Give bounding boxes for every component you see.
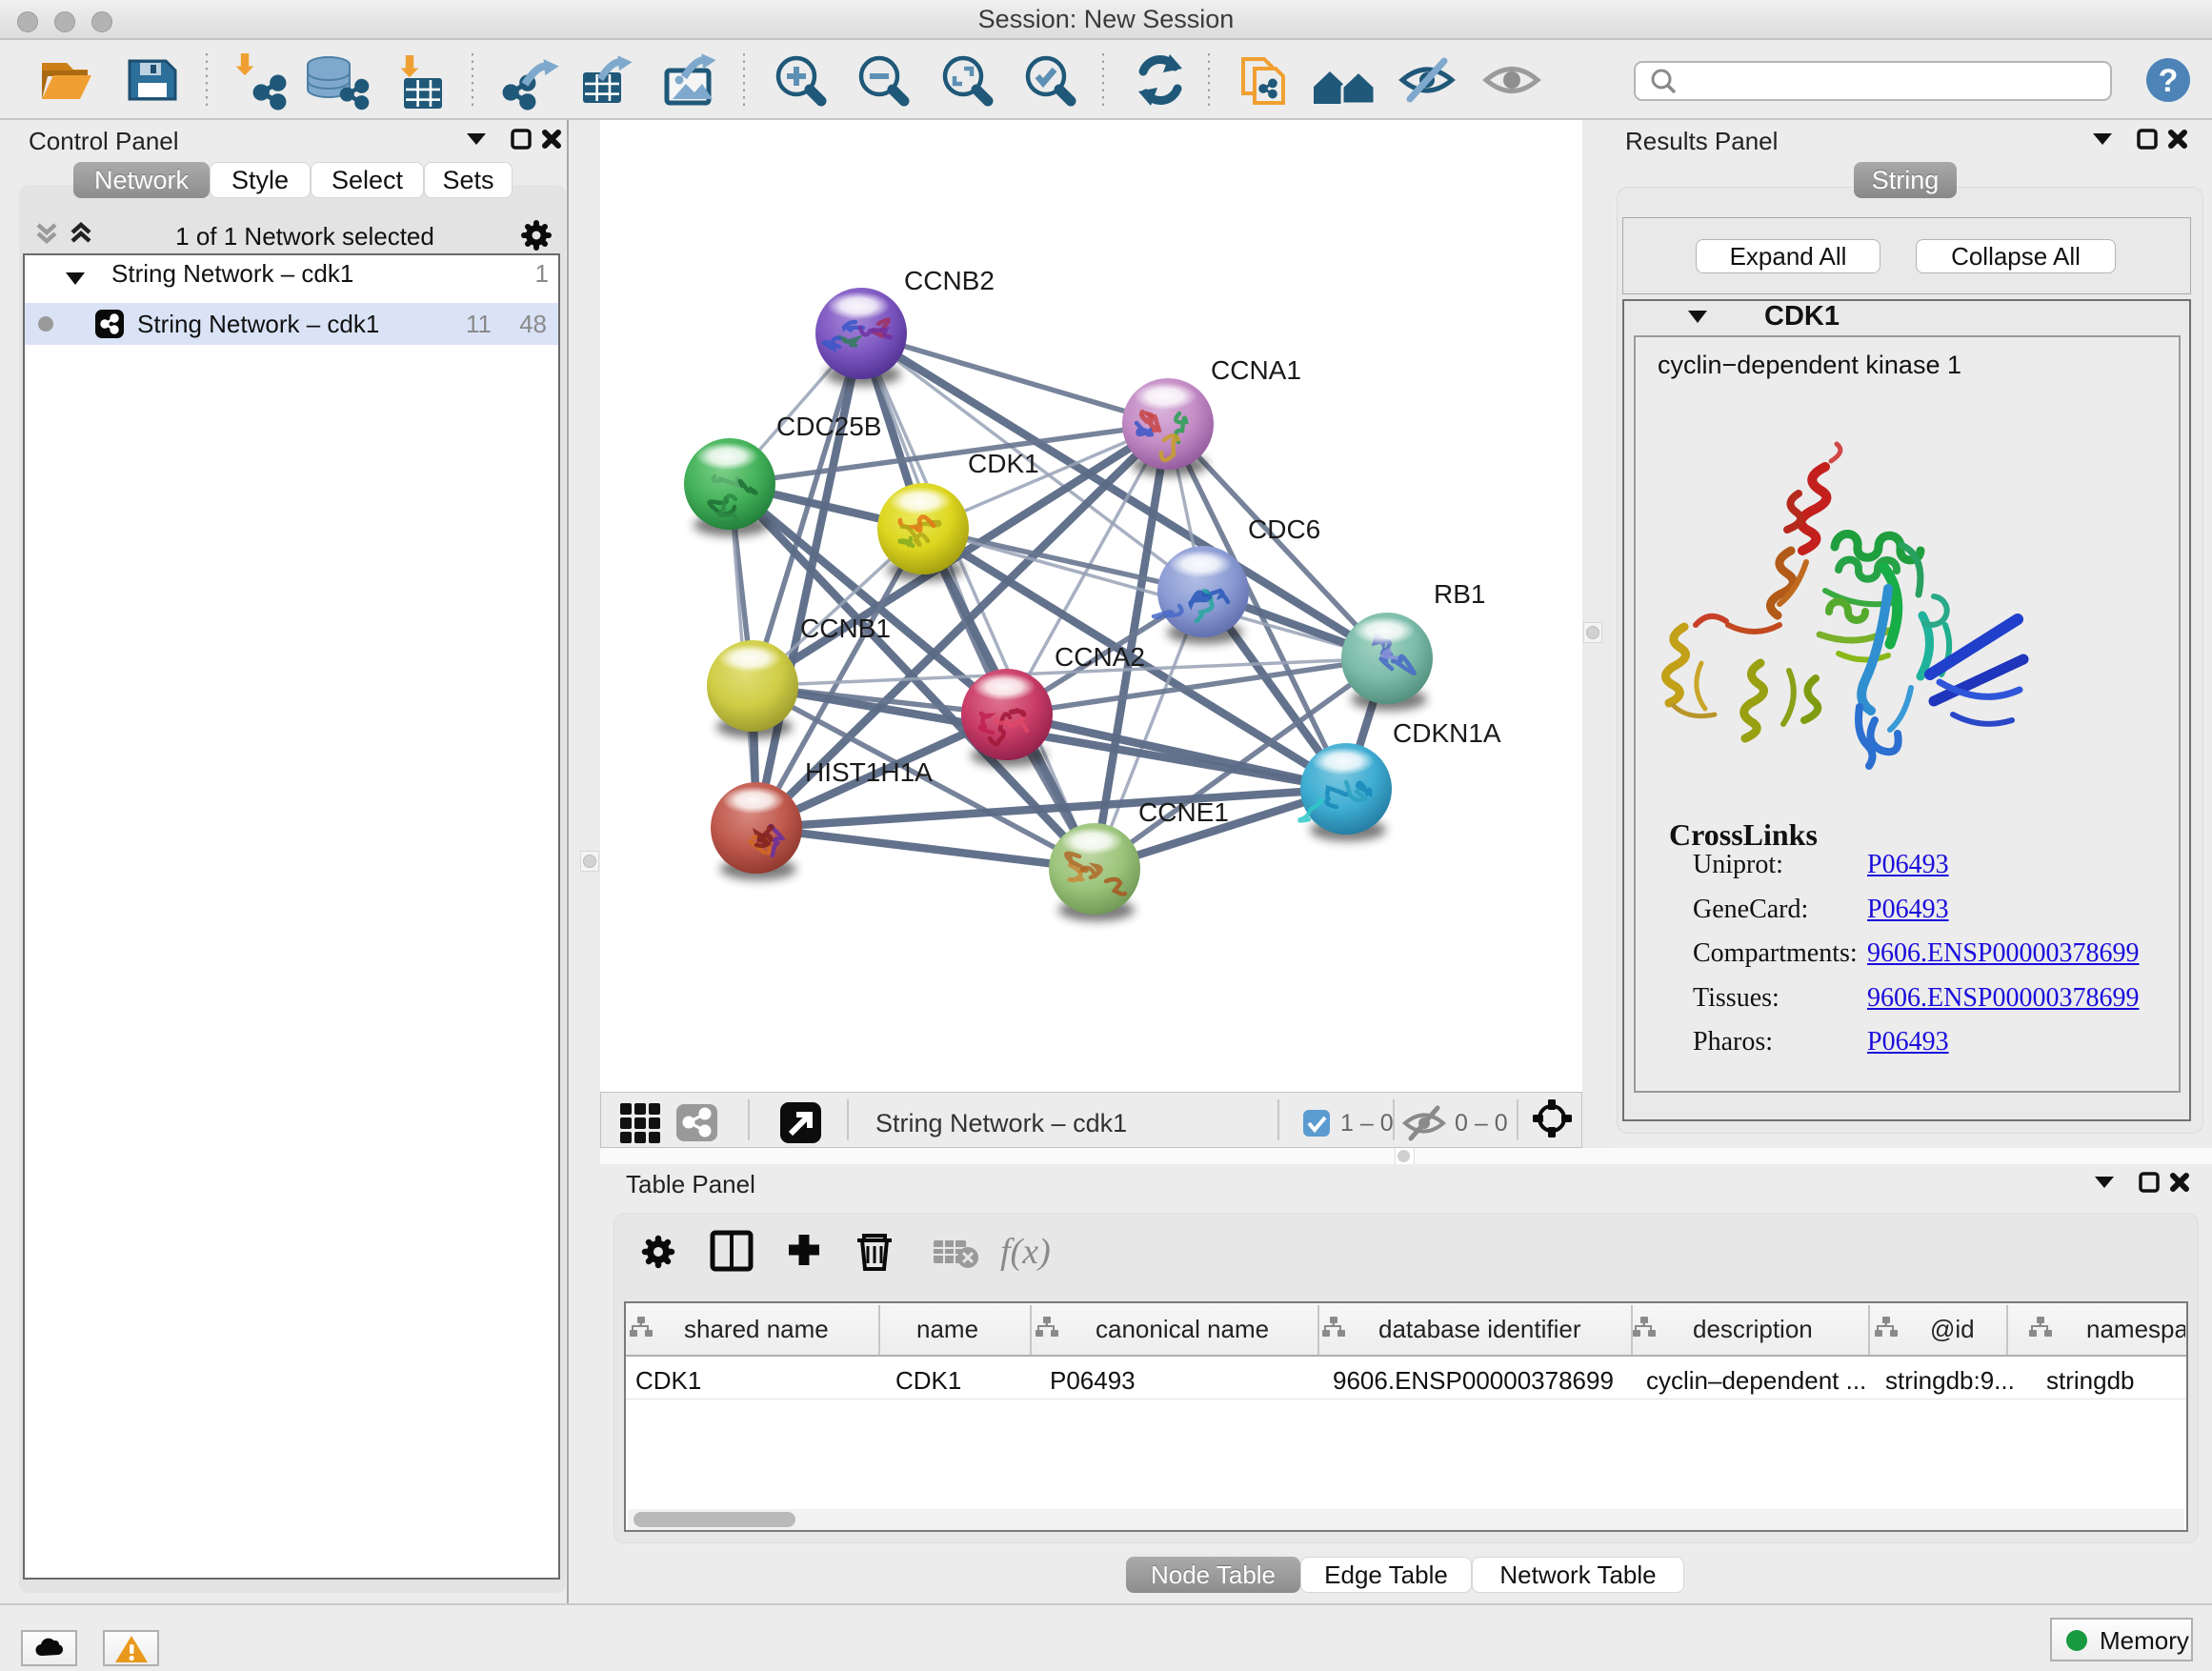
- svg-text:CCNA1: CCNA1: [1211, 355, 1301, 385]
- svg-text:CCNA2: CCNA2: [1055, 642, 1145, 672]
- svg-text:CDC25B: CDC25B: [776, 412, 881, 441]
- svg-text:CDKN1A: CDKN1A: [1393, 718, 1501, 748]
- svg-text:0 – 0: 0 – 0: [1455, 1110, 1508, 1137]
- svg-text:String Network – cdk1: String Network – cdk1: [875, 1109, 1127, 1137]
- svg-text:CCNB2: CCNB2: [904, 266, 995, 295]
- svg-text:1 – 0: 1 – 0: [1340, 1110, 1394, 1137]
- svg-text:HIST1H1A: HIST1H1A: [805, 757, 933, 787]
- svg-text:CDC6: CDC6: [1248, 514, 1320, 544]
- svg-text:CCNB1: CCNB1: [800, 614, 891, 643]
- svg-text:f(x): f(x): [1000, 1232, 1051, 1272]
- svg-text:CCNE1: CCNE1: [1138, 797, 1229, 827]
- svg-text:?: ?: [2159, 63, 2179, 99]
- svg-text:RB1: RB1: [1434, 579, 1485, 609]
- svg-text:CDK1: CDK1: [968, 449, 1039, 478]
